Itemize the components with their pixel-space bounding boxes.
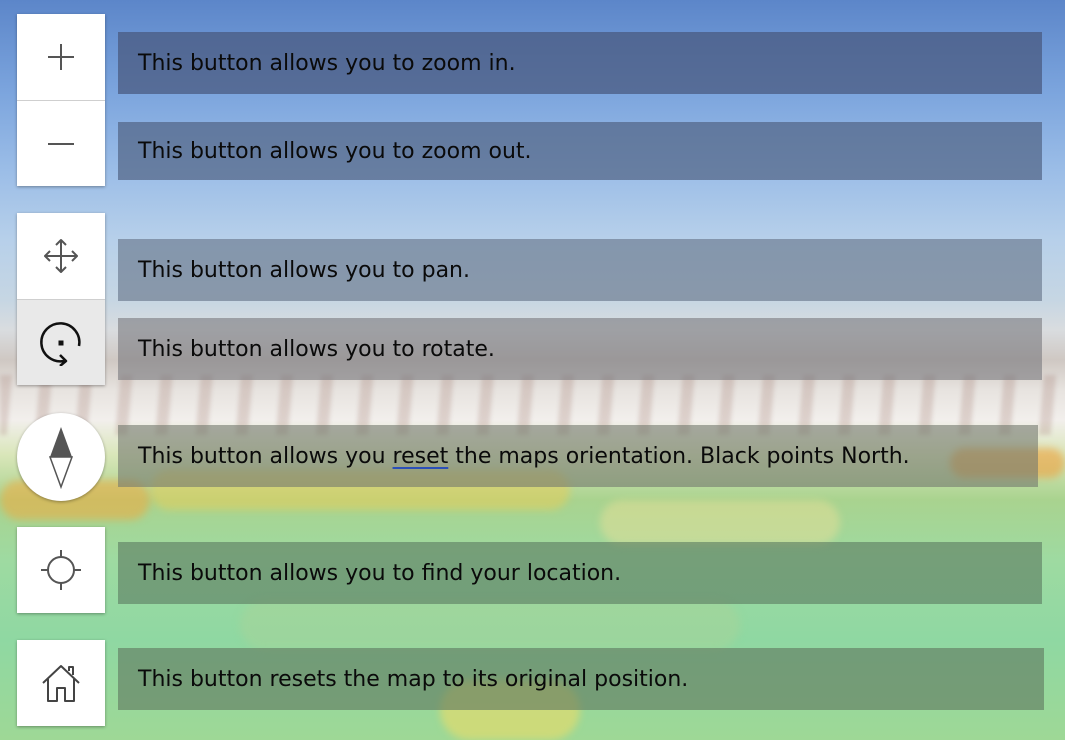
- caption-compass-text-before: This button allows you: [138, 443, 393, 469]
- caption-compass: This button allows you reset the maps or…: [118, 425, 1038, 487]
- caption-zoom-out: This button allows you to zoom out.: [118, 122, 1042, 180]
- caption-compass-misspelled-word: reset: [392, 443, 449, 469]
- compass-icon: [46, 425, 76, 489]
- home-icon: [39, 661, 83, 705]
- home-button[interactable]: [17, 640, 105, 726]
- navigation-control-group: [17, 213, 105, 385]
- locate-button[interactable]: [17, 527, 105, 613]
- pan-arrows-icon: [41, 236, 81, 276]
- crosshair-icon: [39, 548, 83, 592]
- minus-icon: [46, 129, 76, 159]
- zoom-in-button[interactable]: [17, 14, 105, 100]
- pan-button[interactable]: [17, 213, 105, 299]
- caption-compass-text-after: the maps orientation. Black points North…: [448, 443, 910, 469]
- caption-home: This button resets the map to its origin…: [118, 648, 1044, 710]
- terrain-patch: [600, 500, 840, 545]
- rotate-icon: [38, 320, 84, 366]
- rotate-button[interactable]: [17, 300, 105, 385]
- caption-pan: This button allows you to pan.: [118, 239, 1042, 301]
- zoom-control-group: [17, 14, 105, 186]
- plus-icon: [46, 42, 76, 72]
- zoom-out-button[interactable]: [17, 101, 105, 186]
- caption-locate: This button allows you to find your loca…: [118, 542, 1042, 604]
- caption-rotate: This button allows you to rotate.: [118, 318, 1042, 380]
- compass-button[interactable]: [17, 413, 105, 501]
- terrain-patch: [240, 600, 740, 650]
- caption-zoom-in: This button allows you to zoom in.: [118, 32, 1042, 94]
